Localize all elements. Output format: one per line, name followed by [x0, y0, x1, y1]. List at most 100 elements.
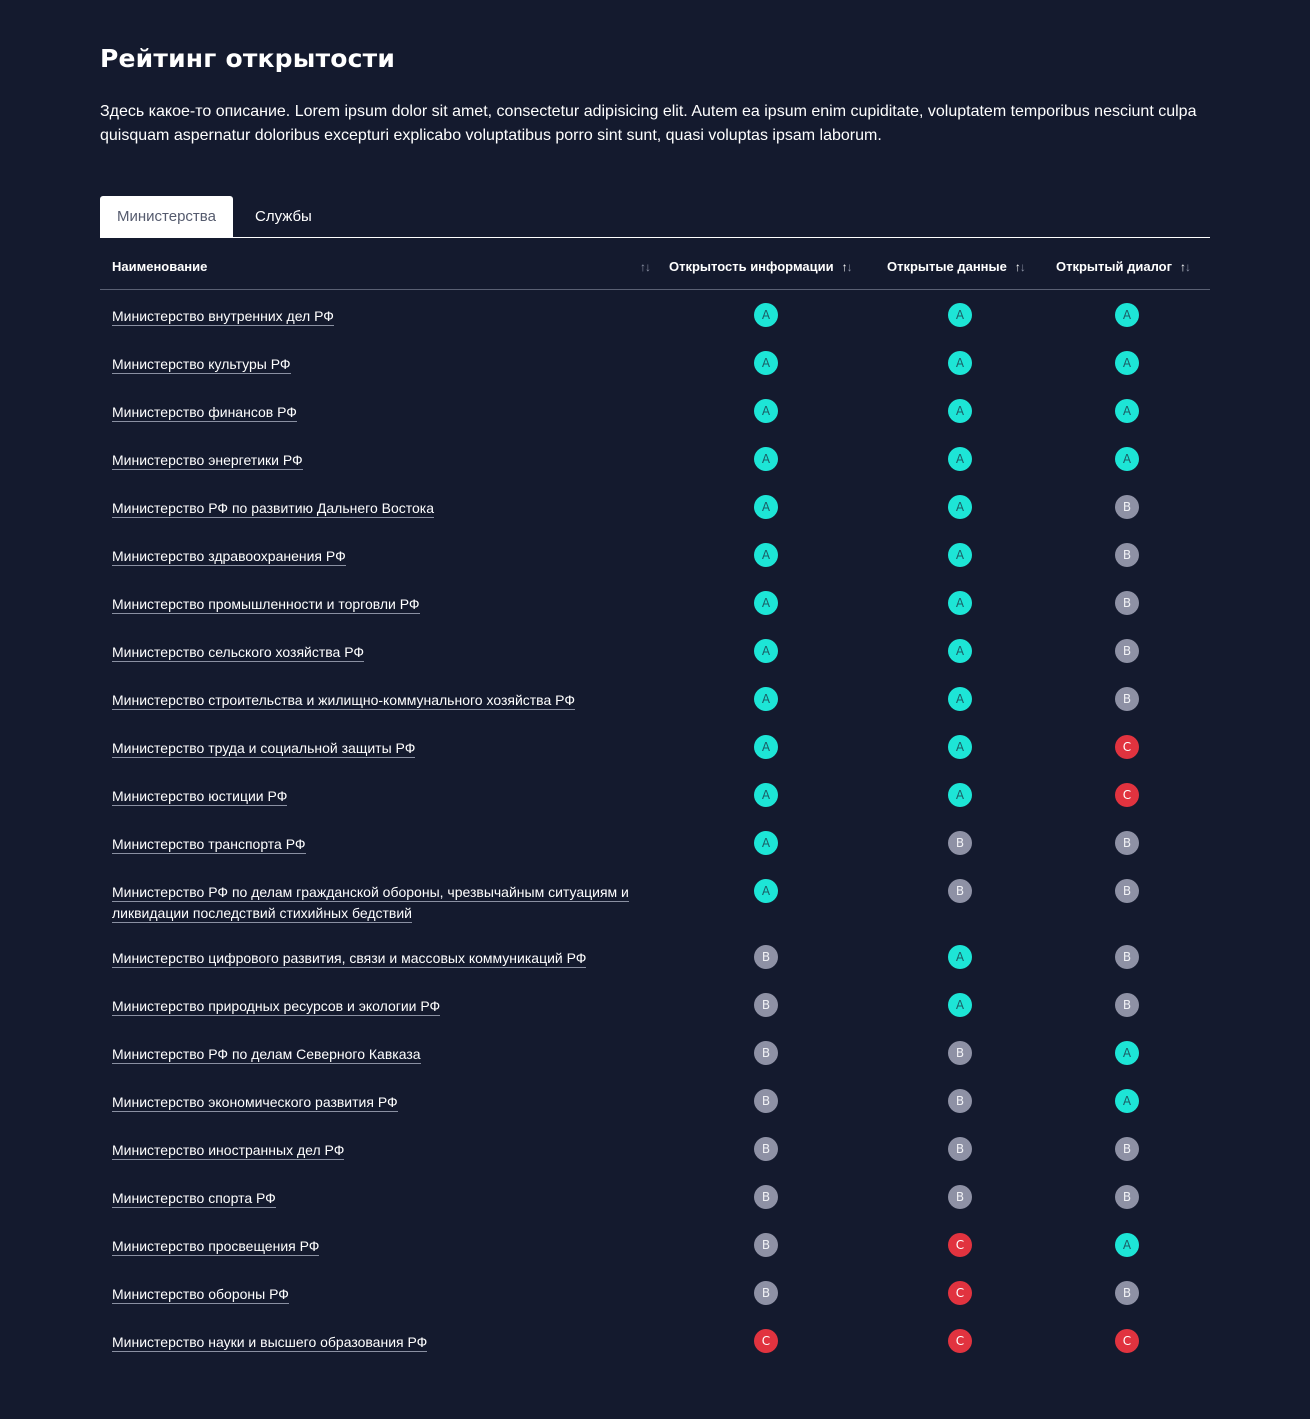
ministry-name-cell: Министерство обороны РФ	[112, 1284, 642, 1305]
grade-data-badge: B	[948, 831, 972, 855]
grade-data-badge: B	[948, 1185, 972, 1209]
table-row: Министерство энергетики РФ A A A	[100, 434, 1210, 482]
grade-data-badge: C	[948, 1329, 972, 1353]
grade-data-badge: A	[948, 735, 972, 759]
grade-info-badge: B	[754, 1089, 778, 1113]
ministry-link[interactable]: Министерство внутренних дел РФ	[112, 308, 334, 326]
ministry-name-cell: Министерство цифрового развития, связи и…	[112, 948, 642, 969]
grade-info-badge: A	[754, 399, 778, 423]
ministry-link[interactable]: Министерство финансов РФ	[112, 404, 297, 422]
ministry-link[interactable]: Министерство просвещения РФ	[112, 1238, 320, 1256]
ministry-name-cell: Министерство строительства и жилищно-ком…	[112, 690, 642, 711]
table-row: Министерство просвещения РФ B C A	[100, 1220, 1210, 1268]
column-header-dialog[interactable]: Открытый диалог ↑↓	[1056, 243, 1191, 289]
grade-dialog-badge: A	[1115, 399, 1139, 423]
ministry-link[interactable]: Министерство РФ по делам Северного Кавка…	[112, 1046, 421, 1064]
table-row: Министерство сельского хозяйства РФ A A B	[100, 626, 1210, 674]
tab-bar: Министерства Службы	[100, 196, 1210, 238]
ministry-link[interactable]: Министерство культуры РФ	[112, 356, 291, 374]
table-row: Министерство строительства и жилищно-ком…	[100, 674, 1210, 722]
ministry-link[interactable]: Министерство энергетики РФ	[112, 452, 303, 470]
table-row: Министерство экономического развития РФ B…	[100, 1076, 1210, 1124]
ministry-link[interactable]: Министерство юстиции РФ	[112, 788, 288, 806]
ministry-name-cell: Министерство сельского хозяйства РФ	[112, 642, 642, 663]
grade-info-badge: B	[754, 1233, 778, 1257]
table-row: Министерство РФ по делам Северного Кавка…	[100, 1028, 1210, 1076]
grade-dialog-badge: A	[1115, 351, 1139, 375]
grade-info-badge: A	[754, 447, 778, 471]
grade-dialog-badge: B	[1115, 879, 1139, 903]
ministry-link[interactable]: Министерство сельского хозяйства РФ	[112, 644, 365, 662]
sort-asc-icon[interactable]: ↑↓	[1015, 260, 1026, 274]
table-row: Министерство цифрового развития, связи и…	[100, 932, 1210, 980]
ministry-link[interactable]: Министерство промышленности и торговли Р…	[112, 596, 420, 614]
column-header-label: Открытые данные	[887, 259, 1007, 274]
grade-info-badge: A	[754, 687, 778, 711]
ministry-link[interactable]: Министерство транспорта РФ	[112, 836, 306, 854]
ministry-link[interactable]: Министерство экономического развития РФ	[112, 1094, 398, 1112]
grade-dialog-badge: B	[1115, 1137, 1139, 1161]
ministry-name-cell: Министерство природных ресурсов и эколог…	[112, 996, 642, 1017]
grade-dialog-badge: A	[1115, 447, 1139, 471]
ministry-name-cell: Министерство внутренних дел РФ	[112, 306, 642, 327]
grade-data-badge: A	[948, 591, 972, 615]
sort-icon[interactable]: ↑↓	[640, 243, 651, 291]
grade-dialog-badge: C	[1115, 783, 1139, 807]
table-row: Министерство науки и высшего образования…	[100, 1316, 1210, 1364]
grade-dialog-badge: C	[1115, 1329, 1139, 1353]
grade-data-badge: A	[948, 543, 972, 567]
grade-dialog-badge: B	[1115, 687, 1139, 711]
grade-info-badge: A	[754, 831, 778, 855]
grade-data-badge: A	[948, 303, 972, 327]
column-header-label: Открытый диалог	[1056, 259, 1173, 274]
tab-services[interactable]: Службы	[238, 196, 329, 237]
ministry-link[interactable]: Министерство РФ по развитию Дальнего Вос…	[112, 500, 435, 518]
ministry-link[interactable]: Министерство науки и высшего образования…	[112, 1334, 428, 1352]
grade-dialog-badge: B	[1115, 1281, 1139, 1305]
sort-asc-icon[interactable]: ↑↓	[1180, 260, 1191, 274]
ministry-link[interactable]: Министерство РФ по делам гражданской обо…	[112, 884, 629, 923]
ministry-link[interactable]: Министерство природных ресурсов и эколог…	[112, 998, 441, 1016]
grade-data-badge: A	[948, 993, 972, 1017]
grade-data-badge: C	[948, 1233, 972, 1257]
ministry-link[interactable]: Министерство строительства и жилищно-ком…	[112, 692, 575, 710]
page-description: Здесь какое-то описание. Lorem ipsum dol…	[100, 103, 1197, 144]
grade-dialog-badge: B	[1115, 639, 1139, 663]
ministry-link[interactable]: Министерство труда и социальной защиты Р…	[112, 740, 416, 758]
ministry-link[interactable]: Министерство здравоохранения РФ	[112, 548, 346, 566]
sort-asc-icon[interactable]: ↑↓	[842, 260, 853, 274]
page-title: Рейтинг открытости	[100, 44, 396, 73]
ministry-link[interactable]: Министерство обороны РФ	[112, 1286, 289, 1304]
grade-dialog-badge: A	[1115, 1089, 1139, 1113]
table-row: Министерство спорта РФ B B B	[100, 1172, 1210, 1220]
column-header-info[interactable]: Открытость информации ↑↓	[669, 243, 853, 289]
grade-dialog-badge: B	[1115, 543, 1139, 567]
ministry-name-cell: Министерство финансов РФ	[112, 402, 642, 423]
ministry-link[interactable]: Министерство спорта РФ	[112, 1190, 276, 1208]
column-header-label: Наименование	[112, 259, 208, 274]
grade-info-badge: B	[754, 993, 778, 1017]
ministry-name-cell: Министерство РФ по делам Северного Кавка…	[112, 1044, 642, 1065]
grade-info-badge: B	[754, 1185, 778, 1209]
grade-info-badge: B	[754, 1137, 778, 1161]
ministry-link[interactable]: Министерство цифрового развития, связи и…	[112, 950, 587, 968]
ministry-name-cell: Министерство просвещения РФ	[112, 1236, 642, 1257]
grade-info-badge: A	[754, 495, 778, 519]
table-body: Министерство внутренних дел РФ A A A Министе…	[100, 290, 1210, 1364]
tab-ministries[interactable]: Министерства	[100, 196, 233, 237]
grade-data-badge: A	[948, 351, 972, 375]
ministry-name-cell: Министерство науки и высшего образования…	[112, 1332, 642, 1353]
grade-data-badge: A	[948, 945, 972, 969]
grade-info-badge: B	[754, 945, 778, 969]
table-row: Министерство труда и социальной защиты Р…	[100, 722, 1210, 770]
ministry-link[interactable]: Министерство иностранных дел РФ	[112, 1142, 345, 1160]
column-header-data[interactable]: Открытые данные ↑↓	[887, 243, 1026, 289]
table-row: Министерство РФ по делам гражданской обо…	[100, 866, 1210, 932]
table-row: Министерство здравоохранения РФ A A B	[100, 530, 1210, 578]
table-row: Министерство промышленности и торговли Р…	[100, 578, 1210, 626]
grade-dialog-badge: A	[1115, 1233, 1139, 1257]
grade-data-badge: B	[948, 1137, 972, 1161]
grade-dialog-badge: C	[1115, 735, 1139, 759]
column-header-name[interactable]: Наименование ↑↓	[112, 243, 651, 291]
column-header-label: Открытость информации	[669, 259, 834, 274]
